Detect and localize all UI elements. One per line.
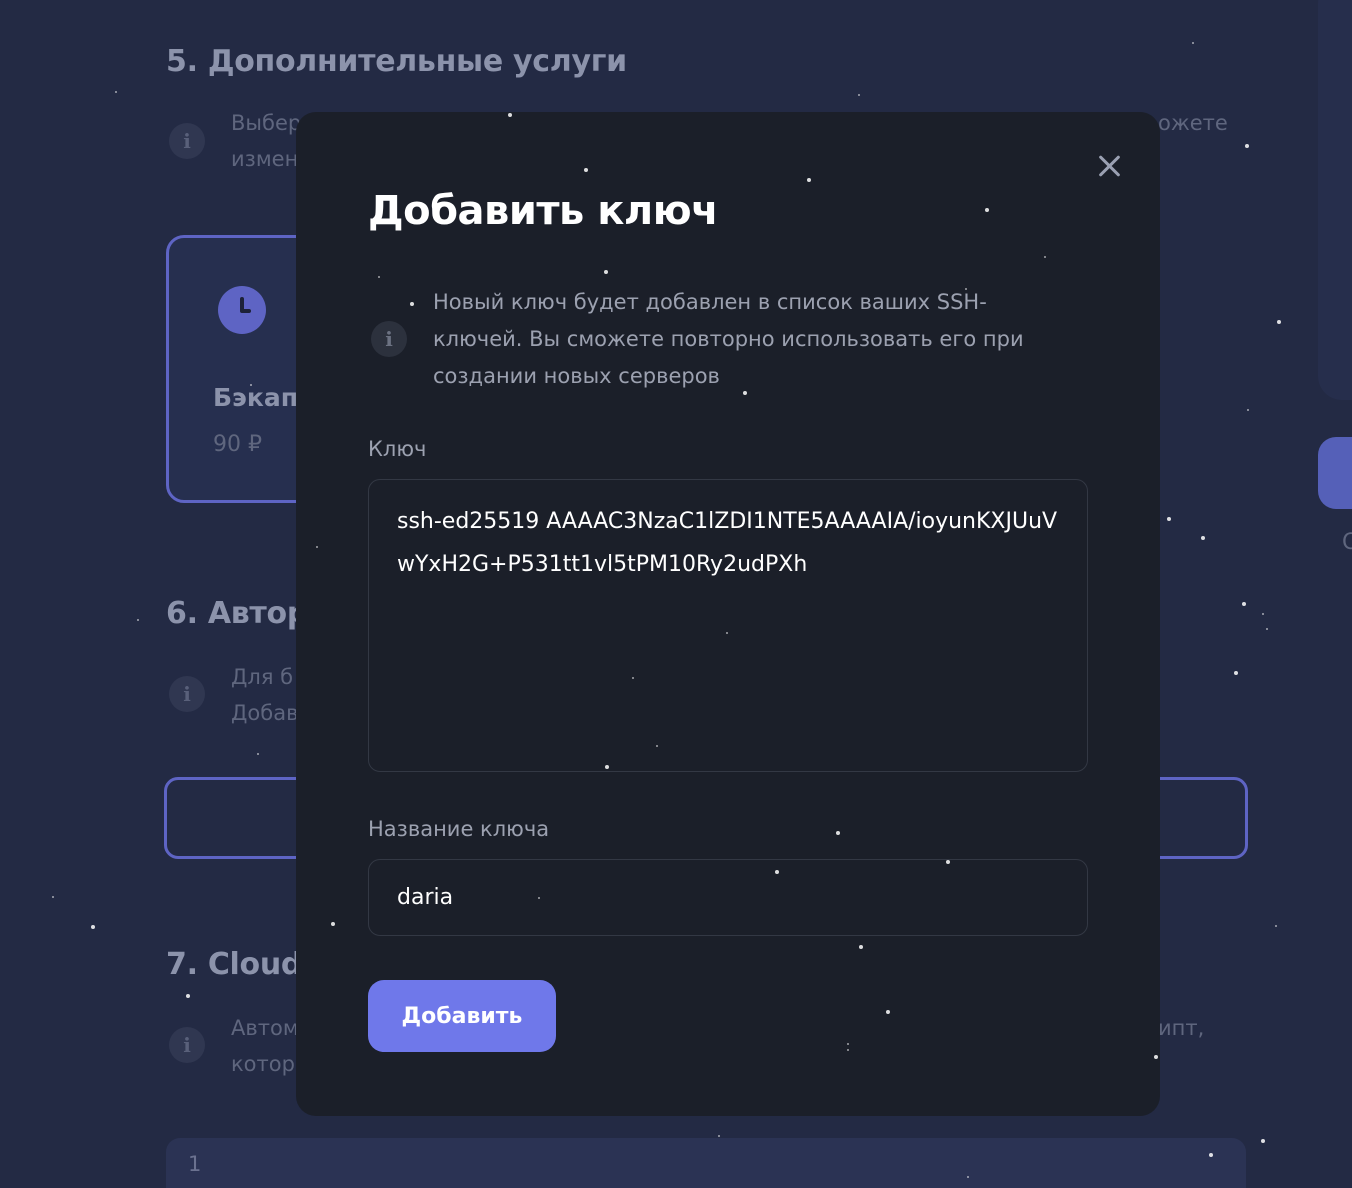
add-button[interactable]: Добавить bbox=[368, 980, 556, 1052]
modal-title: Добавить ключ bbox=[368, 188, 719, 234]
add-key-modal: Добавить ключ i Новый ключ будет добавле… bbox=[296, 112, 1160, 1116]
right-partial-text: С bbox=[1342, 530, 1352, 555]
cloud-init-editor[interactable] bbox=[166, 1138, 1246, 1188]
key-name-input[interactable] bbox=[368, 859, 1088, 936]
section-5-desc-line2: измен bbox=[231, 147, 299, 171]
right-side-panel bbox=[1318, 0, 1352, 400]
info-icon: i bbox=[371, 321, 407, 357]
section-5-desc-right: ожете bbox=[1158, 111, 1228, 135]
section-7-desc-line2: котор bbox=[231, 1052, 295, 1076]
editor-line-number: 1 bbox=[188, 1152, 202, 1176]
key-textarea[interactable]: ssh-ed25519 AAAAC3NzaC1lZDI1NTE5AAAAIA/i… bbox=[368, 479, 1088, 772]
section-7-desc-right: ипт, bbox=[1158, 1016, 1205, 1040]
clock-icon bbox=[218, 286, 266, 334]
right-side-button[interactable] bbox=[1318, 437, 1352, 509]
key-label: Ключ bbox=[368, 437, 427, 461]
section-7-desc-line1: Автом bbox=[231, 1016, 299, 1040]
section-6-desc-line2: Добав bbox=[231, 701, 299, 725]
key-name-label: Название ключа bbox=[368, 817, 550, 841]
section-6-desc-line1: Для б bbox=[231, 665, 294, 689]
info-text: Новый ключ будет добавлен в список ваших… bbox=[433, 290, 1024, 388]
section-5-title: 5. Дополнительные услуги bbox=[166, 44, 627, 79]
info-icon: i bbox=[169, 123, 205, 159]
info-icon: i bbox=[169, 676, 205, 712]
info-icon: i bbox=[169, 1027, 205, 1063]
section-5-desc-line1: Выбер bbox=[231, 111, 302, 135]
backup-card-price: 90 ₽ bbox=[213, 432, 262, 457]
close-icon[interactable] bbox=[1089, 146, 1129, 186]
